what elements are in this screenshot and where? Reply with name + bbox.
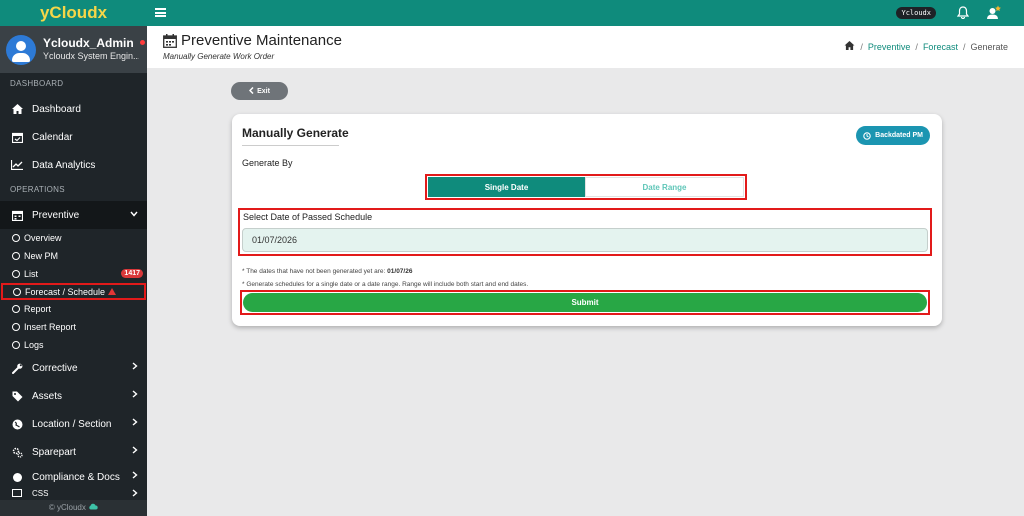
- sidebar-subitem-overview[interactable]: Overview: [0, 229, 147, 247]
- circle-icon: [12, 305, 20, 313]
- home-icon[interactable]: [844, 41, 855, 52]
- chevron-right-icon: [132, 418, 138, 429]
- home-icon: [11, 103, 23, 115]
- backdated-pm-button[interactable]: Backdated PM: [856, 126, 930, 145]
- circle-icon: [13, 287, 21, 296]
- date-field-group: Select Date of Passed Schedule: [238, 208, 932, 256]
- chevron-right-icon: [132, 471, 138, 482]
- avatar: [6, 34, 36, 65]
- chevron-right-icon: [132, 390, 138, 401]
- generate-by-label: Generate By: [242, 158, 293, 168]
- sidebar-subitem-forecast-schedule[interactable]: Forecast / Schedule: [1, 283, 146, 300]
- sidebar-item-compliance-docs[interactable]: Compliance & Docs: [0, 466, 147, 488]
- sidebar-item-preventive[interactable]: Preventive: [0, 201, 147, 229]
- user-name: Ycloudx_Admin: [43, 35, 134, 50]
- pending-dates-note: * The dates that have not been generated…: [242, 268, 413, 275]
- breadcrumb-forecast[interactable]: Forecast: [923, 42, 958, 52]
- submit-button[interactable]: Submit: [243, 293, 927, 312]
- user-menu-icon[interactable]: [987, 5, 1001, 20]
- breadcrumb-preventive[interactable]: Preventive: [868, 42, 911, 52]
- sidebar-item-sparepart[interactable]: Sparepart: [0, 438, 147, 466]
- sidebar: yCloudx Ycloudx_Admin Ycloudx System Eng…: [0, 0, 147, 516]
- chevron-right-icon: [132, 446, 138, 457]
- certificate-icon: [11, 471, 23, 483]
- hamburger-menu-icon[interactable]: [155, 8, 166, 17]
- tag-icon: [11, 390, 23, 402]
- chevron-right-icon: [132, 362, 138, 373]
- online-status-dot: [139, 39, 145, 45]
- sidebar-item-assets[interactable]: Assets: [0, 382, 147, 410]
- square-icon: [11, 488, 23, 498]
- generate-mode-toggle: Single Date Date Range: [425, 174, 747, 200]
- sidebar-subitem-logs[interactable]: Logs: [0, 336, 147, 354]
- brand-logo[interactable]: yCloudx: [0, 0, 147, 26]
- cloud-icon: [88, 503, 98, 512]
- tenant-pill[interactable]: Ycloudx: [896, 7, 936, 19]
- page-subtitle: Manually Generate Work Order: [163, 52, 275, 61]
- chevron-right-icon: [132, 489, 138, 498]
- circle-icon: [12, 341, 20, 349]
- card-title: Manually Generate: [242, 126, 349, 140]
- sidebar-item-dashboard[interactable]: Dashboard: [0, 95, 147, 123]
- date-input[interactable]: [242, 228, 928, 252]
- circle-icon: [12, 234, 20, 242]
- page-header: Preventive Maintenance Manually Generate…: [147, 26, 1024, 68]
- breadcrumb-current: Generate: [970, 41, 1008, 52]
- sidebar-item-corrective[interactable]: Corrective: [0, 354, 147, 382]
- list-count-badge: 1417: [121, 269, 143, 278]
- wrench-icon: [11, 362, 23, 374]
- sidebar-item-calendar[interactable]: Calendar: [0, 123, 147, 151]
- circle-icon: [12, 252, 20, 260]
- globe-icon: [11, 418, 23, 430]
- page-title: Preventive Maintenance: [181, 32, 342, 49]
- line-chart-icon: [11, 159, 23, 171]
- pending-date-value: 01/07/26: [387, 268, 413, 275]
- sidebar-subitem-list[interactable]: List 1417: [0, 265, 147, 283]
- section-operations: OPERATIONS: [10, 185, 65, 194]
- calendar-icon: [163, 33, 177, 48]
- date-range-option[interactable]: Date Range: [585, 177, 744, 197]
- breadcrumb: / Preventive / Forecast / Generate: [844, 41, 1008, 52]
- warning-icon: [108, 288, 117, 295]
- title-divider: [242, 145, 339, 146]
- cogs-icon: [11, 446, 23, 458]
- sidebar-subitem-insert-report[interactable]: Insert Report: [0, 318, 147, 336]
- sidebar-subitem-new-pm[interactable]: New PM: [0, 247, 147, 265]
- history-icon: [863, 131, 871, 140]
- circle-icon: [12, 270, 20, 278]
- circle-icon: [12, 323, 20, 331]
- range-help-note: * Generate schedules for a single date o…: [242, 281, 529, 288]
- section-dashboard: DASHBOARD: [10, 79, 64, 88]
- user-role: Ycloudx System Engin...: [43, 50, 139, 61]
- bell-icon[interactable]: [956, 6, 970, 20]
- manual-generate-card: Manually Generate Backdated PM Generate …: [232, 114, 942, 326]
- submit-highlight: Submit: [240, 290, 930, 315]
- user-panel[interactable]: Ycloudx_Admin Ycloudx System Engin...: [0, 26, 147, 73]
- sidebar-item-data-analytics[interactable]: Data Analytics: [0, 151, 147, 179]
- top-navbar: Ycloudx: [147, 0, 1024, 26]
- sidebar-item-css[interactable]: CSS: [0, 488, 147, 498]
- exit-button[interactable]: Exit: [231, 82, 288, 100]
- chevron-down-icon: [130, 209, 138, 220]
- calendar-icon: [11, 209, 23, 221]
- sidebar-item-location-section[interactable]: Location / Section: [0, 410, 147, 438]
- sidebar-subitem-report[interactable]: Report: [0, 300, 147, 318]
- sidebar-footer: © yCloudx: [0, 500, 147, 516]
- chevron-left-icon: [249, 86, 254, 96]
- calendar-check-icon: [11, 131, 23, 143]
- date-field-label: Select Date of Passed Schedule: [243, 212, 373, 222]
- single-date-option[interactable]: Single Date: [428, 177, 585, 197]
